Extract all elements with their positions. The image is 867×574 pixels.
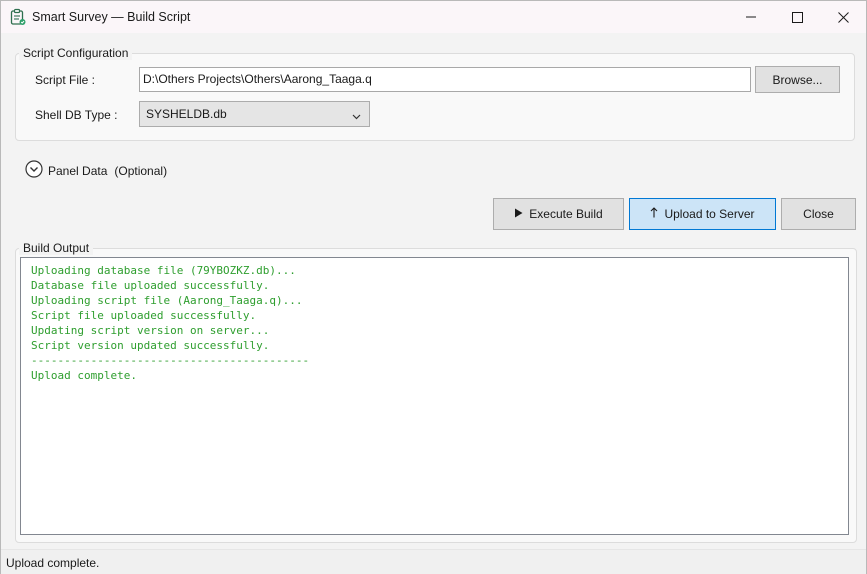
expand-chevron-icon[interactable]	[25, 160, 43, 181]
status-bar: Upload complete.	[1, 549, 866, 574]
script-configuration-title: Script Configuration	[19, 46, 133, 60]
window-title: Smart Survey — Build Script	[32, 10, 191, 24]
title-bar[interactable]: Smart Survey — Build Script	[1, 1, 866, 33]
chevron-down-icon	[352, 109, 361, 123]
log-line: Uploading script file (Aarong_Taaga.q)..…	[31, 294, 303, 307]
upload-to-server-label: Upload to Server	[664, 207, 755, 221]
log-line: Uploading database file (79YBOZKZ.db)...	[31, 264, 296, 277]
execute-build-label: Execute Build	[529, 207, 603, 221]
content-area: Script Configuration Script File : D:\Ot…	[1, 33, 866, 549]
close-button-label: Close	[803, 207, 834, 221]
log-line: Upload complete.	[31, 369, 137, 382]
log-line: Script version updated successfully.	[31, 339, 270, 352]
close-button[interactable]: Close	[781, 198, 856, 230]
browse-button-label: Browse...	[772, 72, 823, 87]
shell-db-value: SYSHELDB.db	[146, 107, 227, 121]
panel-data-label: Panel Data	[48, 163, 108, 178]
script-file-input[interactable]: D:\Others Projects\Others\Aarong_Taaga.q	[139, 67, 751, 92]
upload-to-server-button[interactable]: Upload to Server	[629, 198, 776, 230]
close-window-button[interactable]	[820, 1, 866, 33]
log-line: Updating script version on server...	[31, 324, 270, 337]
arrow-up-icon	[650, 207, 658, 221]
minimize-icon	[746, 12, 756, 22]
panel-data-optional: (Optional)	[114, 163, 168, 178]
build-output-log[interactable]: Uploading database file (79YBOZKZ.db)...…	[20, 257, 849, 535]
shell-db-label: Shell DB Type :	[35, 108, 118, 122]
log-separator: ----------------------------------------…	[31, 354, 310, 367]
build-output-title: Build Output	[19, 241, 94, 255]
clipboard-icon	[10, 8, 26, 26]
shell-db-select[interactable]: SYSHELDB.db	[139, 101, 370, 127]
maximize-icon	[791, 11, 803, 23]
status-text: Upload complete.	[6, 556, 100, 570]
log-line: Database file uploaded successfully.	[31, 279, 270, 292]
execute-build-button[interactable]: Execute Build	[493, 198, 624, 230]
maximize-button[interactable]	[774, 1, 820, 33]
play-icon	[514, 207, 523, 221]
close-icon	[837, 11, 849, 23]
minimize-button[interactable]	[728, 1, 774, 33]
app-window: Smart Survey — Build Script Script Confi…	[0, 0, 867, 574]
panel-data-expander[interactable]: Panel Data (Optional)	[25, 160, 167, 181]
script-file-label: Script File :	[35, 73, 96, 87]
log-line: Script file uploaded successfully.	[31, 309, 257, 322]
browse-button[interactable]: Browse...	[755, 66, 840, 93]
